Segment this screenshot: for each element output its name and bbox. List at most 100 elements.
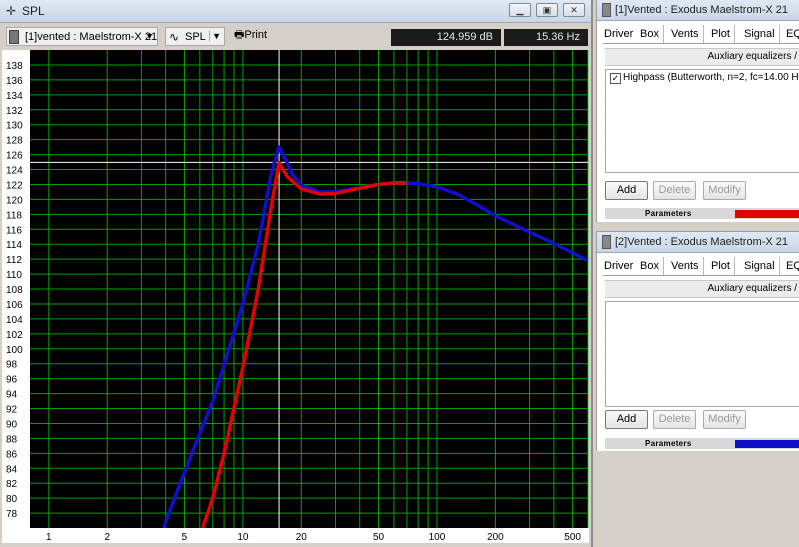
parameters-bar: Parameters [605, 438, 799, 449]
speaker-icon [602, 3, 611, 17]
y-tick-label: 100 [6, 345, 23, 356]
tab-vents[interactable]: Vents [668, 257, 704, 275]
spl-titlebar[interactable]: ✛ SPL ▁ ▣ ✕ [0, 0, 591, 23]
y-tick-label: 88 [6, 434, 18, 445]
close-icon: ✕ [570, 5, 578, 15]
panel1-titlebar[interactable]: [1]Vented : Exodus Maelstrom-X 21 [597, 0, 799, 21]
window-title: SPL [22, 4, 45, 18]
x-tick-label: 2 [104, 532, 110, 543]
driver-panel-1: [1]Vented : Exodus Maelstrom-X 21 Driver… [596, 0, 799, 222]
crosshair-icon: ✛ [6, 4, 17, 18]
y-tick-label: 94 [6, 390, 18, 401]
eq-list[interactable] [605, 301, 799, 407]
modify-button[interactable]: Modify [703, 410, 746, 429]
y-tick-label: 102 [6, 330, 23, 341]
speaker-icon [602, 235, 611, 249]
y-tick-label: 120 [6, 195, 23, 206]
minimize-icon: ▁ [516, 5, 524, 15]
hz-readout: 15.36 Hz [504, 29, 588, 46]
maximize-button[interactable]: ▣ [536, 3, 558, 17]
close-button[interactable]: ✕ [563, 3, 585, 17]
spl-chart[interactable]: 7880828486889092949698100102104106108110… [2, 50, 589, 543]
spl-mode-selector[interactable]: ∿ SPL ▼ [165, 27, 225, 46]
tab-plot[interactable]: Plot [708, 257, 735, 275]
aux-eq-header: Auxliary equalizers / [605, 280, 799, 298]
add-button[interactable]: Add [605, 181, 648, 200]
y-tick-label: 114 [6, 240, 22, 251]
chevron-down-icon: ▼ [145, 31, 154, 41]
modify-button[interactable]: Modify [703, 181, 746, 200]
delete-button[interactable]: Delete [653, 181, 696, 200]
panel1-tabs: Driver Box Vents Plot Signal EQ [601, 25, 799, 43]
y-tick-label: 126 [6, 151, 23, 162]
y-tick-label: 106 [6, 300, 23, 311]
tab-box[interactable]: Box [637, 25, 664, 43]
tab-signal[interactable]: Signal [741, 257, 780, 275]
project-selector-value: [1]vented : Maelstrom-X 21 [25, 31, 158, 43]
printer-icon: 🖶 [234, 29, 245, 41]
x-tick-label: 500 [564, 532, 581, 543]
y-tick-label: 122 [6, 180, 23, 191]
list-item[interactable]: ✓ Highpass (Butterworth, n=2, fc=14.00 Hz… [610, 72, 799, 84]
eq-list[interactable]: ✓ Highpass (Butterworth, n=2, fc=14.00 Hz… [605, 69, 799, 173]
driver-panel-2: [2]Vented : Exodus Maelstrom-X 21 Driver… [596, 231, 799, 451]
x-tick-label: 1 [46, 532, 52, 543]
y-tick-label: 98 [6, 360, 18, 371]
y-tick-label: 78 [6, 509, 18, 520]
y-tick-label: 92 [6, 405, 18, 416]
delete-button[interactable]: Delete [653, 410, 696, 429]
panel2-titlebar[interactable]: [2]Vented : Exodus Maelstrom-X 21 [597, 232, 799, 253]
spl-mode-label: SPL [185, 31, 206, 43]
y-tick-label: 134 [6, 91, 23, 102]
checkbox-checked-icon[interactable]: ✓ [610, 73, 621, 84]
x-tick-label: 20 [296, 532, 308, 543]
x-tick-label: 50 [373, 532, 385, 543]
y-tick-label: 82 [6, 479, 18, 490]
empty-workspace [596, 451, 799, 547]
panel-title: [2]Vented : Exodus Maelstrom-X 21 [615, 236, 789, 248]
y-tick-label: 104 [6, 315, 23, 326]
panel2-tabs: Driver Box Vents Plot Signal EQ [601, 257, 799, 275]
y-tick-label: 108 [6, 285, 23, 296]
y-tick-label: 130 [6, 121, 23, 132]
tab-vents[interactable]: Vents [668, 25, 704, 43]
parameters-label: Parameters [645, 439, 692, 448]
x-tick-label: 10 [237, 532, 249, 543]
divider [603, 275, 799, 276]
minimize-button[interactable]: ▁ [509, 3, 531, 17]
y-tick-label: 112 [6, 255, 22, 266]
speaker-icon [9, 30, 19, 44]
y-tick-label: 90 [6, 419, 18, 430]
y-tick-label: 110 [6, 270, 22, 281]
tab-driver[interactable]: Driver [601, 257, 639, 275]
x-tick-label: 100 [429, 532, 446, 543]
tab-plot[interactable]: Plot [708, 25, 735, 43]
y-tick-label: 132 [6, 106, 23, 117]
tab-eq[interactable]: EQ [783, 25, 799, 43]
spl-toolbar: [1]vented : Maelstrom-X 21 ▼ ∿ SPL ▼ 🖶Pr… [0, 24, 591, 48]
series-color-swatch[interactable] [735, 210, 799, 218]
add-button[interactable]: Add [605, 410, 648, 429]
wave-icon: ∿ [169, 30, 180, 44]
y-tick-label: 138 [6, 61, 23, 72]
tab-signal[interactable]: Signal [741, 25, 780, 43]
tab-eq[interactable]: EQ [783, 257, 799, 275]
y-tick-label: 118 [6, 210, 22, 221]
y-tick-label: 86 [6, 449, 18, 460]
tab-box[interactable]: Box [637, 257, 664, 275]
parameters-bar: Parameters [605, 208, 799, 219]
y-tick-label: 116 [6, 225, 22, 236]
maximize-icon: ▣ [542, 5, 552, 15]
y-tick-label: 124 [6, 166, 23, 177]
print-button[interactable]: 🖶Print [230, 27, 271, 46]
chevron-down-icon: ▼ [209, 31, 221, 41]
series-color-swatch[interactable] [735, 440, 799, 448]
x-tick-label: 5 [182, 532, 188, 543]
y-tick-label: 84 [6, 464, 18, 475]
project-selector[interactable]: [1]vented : Maelstrom-X 21 ▼ [6, 27, 158, 46]
y-tick-label: 128 [6, 136, 23, 147]
eq-item-label: Highpass (Butterworth, n=2, fc=14.00 Hz) [623, 72, 799, 83]
tab-driver[interactable]: Driver [601, 25, 639, 43]
divider [603, 43, 799, 44]
parameters-label: Parameters [645, 209, 692, 218]
